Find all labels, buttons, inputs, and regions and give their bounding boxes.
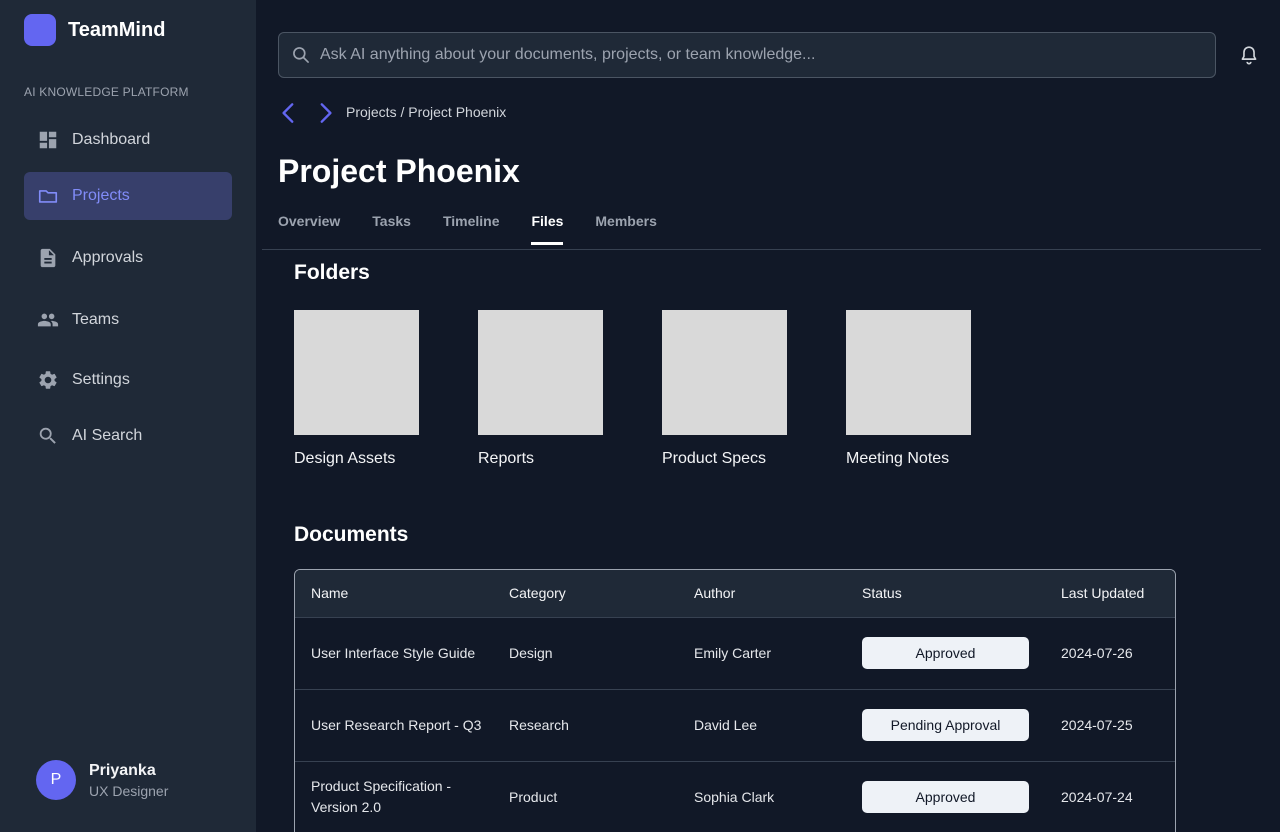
people-icon	[36, 308, 60, 332]
folder-name: Product Specs	[662, 450, 767, 467]
sidebar-item-dashboard[interactable]: Dashboard	[24, 116, 232, 164]
table-row[interactable]: User Interface Style Guide Design Emily …	[295, 617, 1175, 689]
folder-card[interactable]: Product Specs	[662, 310, 787, 468]
table-row[interactable]: User Research Report - Q3 Research David…	[295, 689, 1175, 761]
folder-card[interactable]: Meeting Notes	[846, 310, 971, 468]
folder-icon	[36, 184, 60, 208]
folder-thumbnail	[662, 310, 787, 435]
documents-heading: Documents	[294, 523, 409, 546]
folder-thumbnail	[846, 310, 971, 435]
document-last-updated: 2024-07-24	[1061, 788, 1133, 805]
document-author: Sophia Clark	[694, 788, 775, 805]
documents-table: Name Category Author Status Last Updated…	[294, 569, 1176, 832]
search-icon	[293, 47, 309, 63]
document-status-cell: Pending Approval	[846, 689, 1045, 761]
tab-overview[interactable]: Overview	[278, 213, 340, 245]
status-badge: Pending Approval	[862, 709, 1029, 741]
table-header-row: Name Category Author Status Last Updated	[295, 570, 1175, 617]
user-name: Priyanka	[89, 761, 156, 779]
folder-name: Meeting Notes	[846, 450, 950, 467]
column-header-name[interactable]: Name	[295, 570, 493, 617]
bell-icon[interactable]	[1238, 44, 1260, 66]
folder-name: Reports	[478, 450, 535, 467]
user-role: UX Designer	[89, 782, 169, 799]
document-name[interactable]: User Interface Style Guide	[295, 617, 493, 689]
sidebar: TeamMind AI KNOWLEDGE PLATFORM Dashboard…	[0, 0, 256, 832]
tab-timeline[interactable]: Timeline	[443, 213, 500, 245]
folder-name: Design Assets	[294, 450, 396, 467]
sidebar-item-settings[interactable]: Settings	[24, 356, 232, 404]
sidebar-item-ai-search[interactable]: AI Search	[24, 412, 232, 460]
sidebar-item-label: Approvals	[72, 249, 144, 266]
search-icon	[36, 424, 60, 448]
sidebar-item-label: AI Search	[72, 427, 143, 444]
document-category: Design	[509, 644, 553, 661]
document-status-cell: Approved	[846, 761, 1045, 832]
sidebar-item-label: Settings	[72, 371, 130, 388]
sidebar-item-teams[interactable]: Teams	[24, 296, 232, 344]
sidebar-item-label: Projects	[72, 187, 130, 204]
gear-icon	[36, 368, 60, 392]
folder-card[interactable]: Reports	[478, 310, 603, 468]
column-header-last-updated[interactable]: Last Updated	[1045, 570, 1175, 617]
document-last-updated: 2024-07-26	[1061, 644, 1133, 661]
status-badge: Approved	[862, 637, 1029, 669]
dashboard-icon	[36, 128, 60, 152]
table-row[interactable]: Product Specification - Version 2.0 Prod…	[295, 761, 1175, 832]
document-icon	[36, 246, 60, 270]
ai-search-bar[interactable]	[278, 32, 1216, 78]
tab-tasks[interactable]: Tasks	[372, 213, 411, 245]
document-author: Emily Carter	[694, 644, 772, 661]
document-category: Research	[509, 716, 569, 733]
sidebar-item-label: Dashboard	[72, 131, 151, 148]
document-category: Product	[509, 788, 558, 805]
tab-files[interactable]: Files	[531, 213, 564, 245]
project-tabs: Overview Tasks Timeline Files Members	[278, 213, 689, 245]
brand-logo	[24, 14, 56, 46]
brand-name: TeamMind	[68, 18, 166, 41]
column-header-status[interactable]: Status	[846, 570, 1045, 617]
history-navigation	[276, 100, 338, 126]
folders-heading: Folders	[294, 261, 370, 284]
tab-members[interactable]: Members	[595, 213, 656, 245]
folder-card[interactable]: Design Assets	[294, 310, 419, 468]
document-last-updated: 2024-07-25	[1061, 716, 1133, 733]
user-profile[interactable]: P Priyanka UX Designer	[36, 760, 168, 800]
breadcrumb[interactable]: Projects / Project Phoenix	[346, 104, 506, 120]
sidebar-item-label: Teams	[72, 311, 120, 328]
tab-divider	[262, 249, 1261, 250]
page-title: Project Phoenix	[278, 153, 520, 189]
brand[interactable]: TeamMind	[24, 14, 165, 46]
folder-thumbnail	[294, 310, 419, 435]
sidebar-item-approvals[interactable]: Approvals	[24, 234, 232, 282]
column-header-author[interactable]: Author	[678, 570, 846, 617]
forward-arrow-icon[interactable]	[312, 100, 338, 126]
status-badge: Approved	[862, 781, 1029, 814]
document-author: David Lee	[694, 716, 758, 733]
document-name[interactable]: Product Specification - Version 2.0	[295, 761, 493, 832]
column-header-category[interactable]: Category	[493, 570, 678, 617]
document-name[interactable]: User Research Report - Q3	[295, 689, 493, 761]
sidebar-item-projects[interactable]: Projects	[24, 172, 232, 220]
document-status-cell: Approved	[846, 617, 1045, 689]
avatar: P	[36, 760, 76, 800]
ai-search-input[interactable]	[320, 46, 1200, 64]
user-info: Priyanka UX Designer	[89, 762, 168, 799]
folder-thumbnail	[478, 310, 603, 435]
sidebar-caption: AI KNOWLEDGE PLATFORM	[24, 85, 189, 99]
back-arrow-icon[interactable]	[276, 100, 302, 126]
